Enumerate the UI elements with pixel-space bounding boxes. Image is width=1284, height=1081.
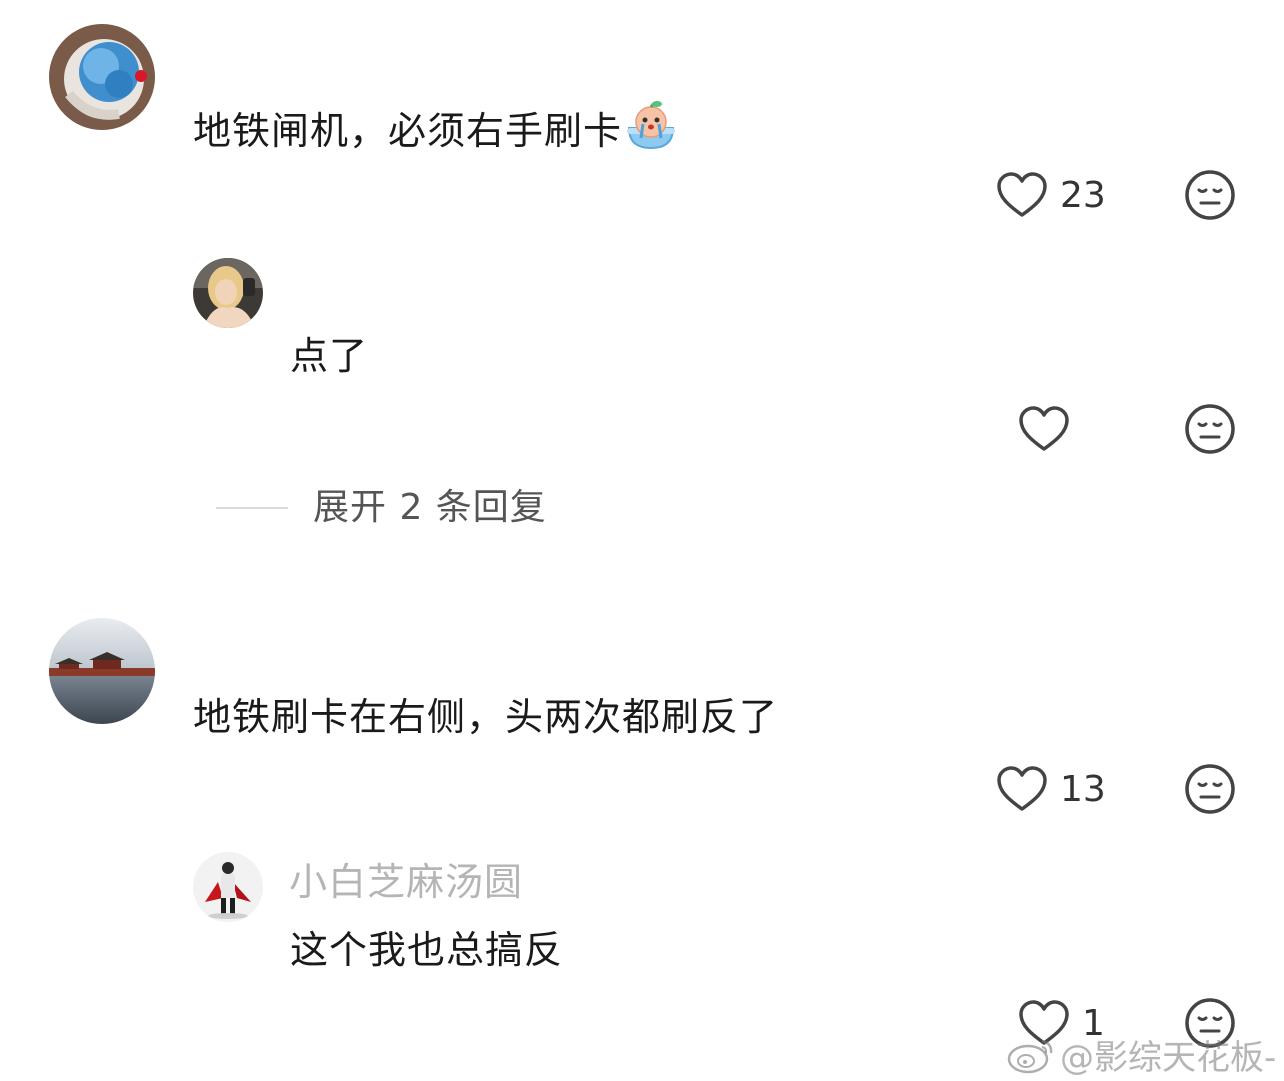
avatar[interactable] (49, 618, 155, 724)
neutral-face-icon (1185, 404, 1235, 454)
weibo-logo-icon (1007, 1039, 1053, 1073)
like-button[interactable] (1018, 401, 1082, 457)
reply-text: 这个我也总搞反 (290, 928, 564, 972)
avatar-image-cotton-candy (49, 24, 155, 130)
avatar[interactable] (193, 258, 263, 328)
like-button[interactable]: 13 (996, 761, 1106, 817)
neutral-face-icon (1185, 764, 1235, 814)
crying-peach-emoji-icon (624, 98, 678, 152)
avatar[interactable] (49, 24, 155, 130)
expand-replies-button[interactable]: 展开 2 条回复 (313, 486, 547, 530)
like-count: 23 (1060, 174, 1106, 216)
like-button[interactable]: 23 (996, 167, 1106, 223)
dislike-button[interactable] (1184, 403, 1236, 455)
watermark: @影综天花板- (1006, 1030, 1276, 1079)
neutral-face-icon (1185, 170, 1235, 220)
avatar-image-portrait (193, 258, 263, 328)
avatar-image-figure (193, 852, 263, 922)
dislike-button[interactable] (1184, 763, 1236, 815)
avatar[interactable] (193, 852, 263, 922)
dislike-button[interactable] (1184, 169, 1236, 221)
comment-text: 地铁刷卡在右侧，头两次都刷反了 (193, 695, 779, 739)
comment-body: 地铁闸机，必须右手刷卡 (193, 109, 623, 153)
heart-outline-icon (997, 766, 1047, 811)
comment-text: 地铁闸机，必须右手刷卡 (193, 98, 678, 155)
username[interactable]: 小白芝麻汤圆 (289, 858, 523, 906)
like-count: 13 (1060, 768, 1106, 810)
reply-text: 点了 (290, 334, 369, 378)
heart-outline-icon (997, 172, 1047, 217)
expand-divider (216, 507, 288, 509)
heart-outline-icon (1019, 406, 1069, 451)
avatar-image-palace-lake (49, 618, 155, 724)
watermark-text: @影综天花板- (1060, 1038, 1277, 1078)
